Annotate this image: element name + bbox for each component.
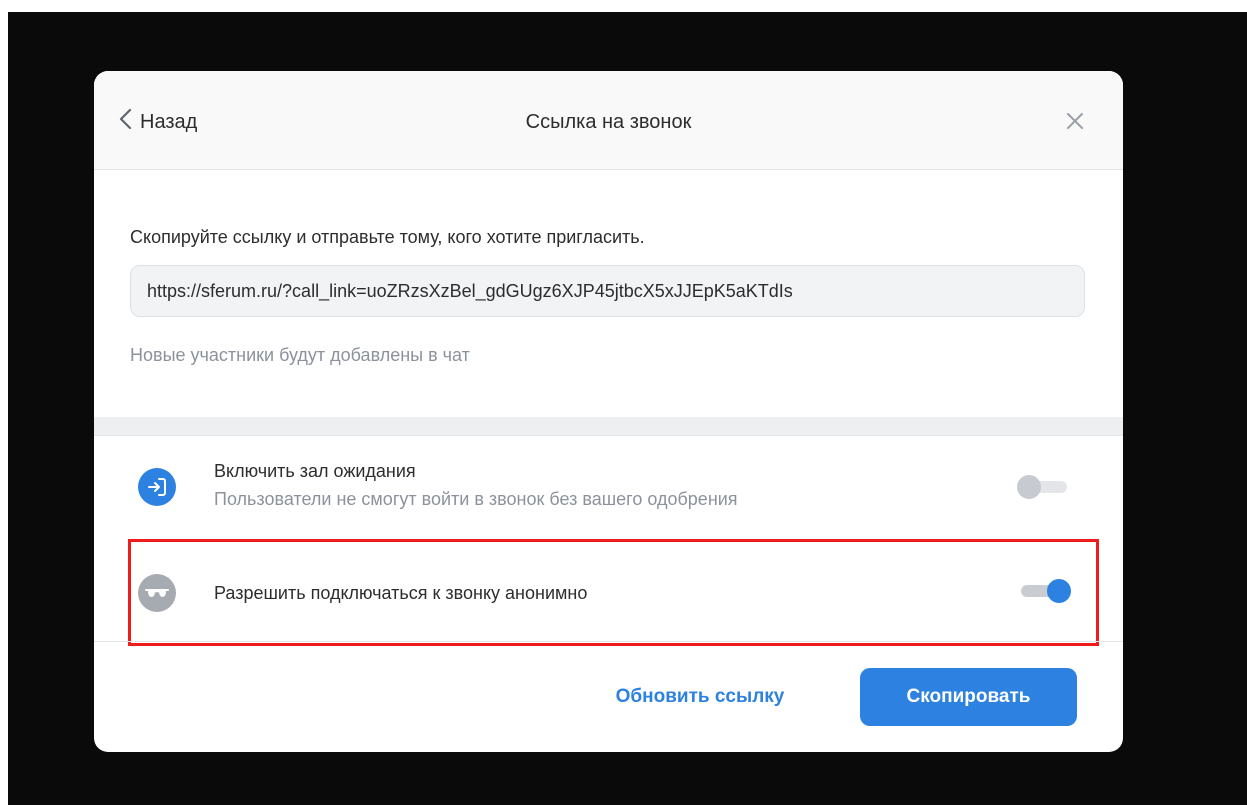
- incognito-icon: [138, 574, 176, 612]
- option-anonymous-join: Разрешить подключаться к звонку анонимно: [94, 547, 1123, 639]
- refresh-link-button[interactable]: Обновить ссылку: [570, 669, 830, 725]
- dialog-title: Ссылка на звонок: [525, 111, 692, 133]
- toggle-knob: [1047, 579, 1071, 603]
- copy-link-button[interactable]: Скопировать: [860, 668, 1077, 726]
- anonymous-join-toggle[interactable]: [1017, 577, 1071, 605]
- section-divider: [94, 417, 1123, 436]
- instruction-text: Скопируйте ссылку и отправьте тому, кого…: [130, 227, 645, 247]
- option-waiting-room: Включить зал ожидания Пользователи не см…: [94, 443, 1123, 533]
- close-button[interactable]: [1063, 109, 1087, 133]
- call-link-dialog: Назад Ссылка на звонок Скопируйте ссылку…: [94, 71, 1123, 752]
- toggle-knob: [1017, 475, 1041, 499]
- waiting-room-toggle[interactable]: [1017, 473, 1071, 501]
- call-link-field[interactable]: [130, 265, 1085, 317]
- waiting-room-title: Включить зал ожидания: [214, 461, 416, 481]
- enter-door-icon: [138, 468, 176, 506]
- waiting-room-subtitle: Пользователи не смогут войти в звонок бе…: [214, 489, 738, 509]
- hint-text: Новые участники будут добавлены в чат: [130, 345, 470, 365]
- anonymous-join-title: Разрешить подключаться к звонку анонимно: [214, 583, 588, 603]
- close-icon: [1063, 113, 1087, 137]
- dialog-header: Назад Ссылка на звонок: [94, 71, 1123, 170]
- footer-divider: [94, 641, 1123, 642]
